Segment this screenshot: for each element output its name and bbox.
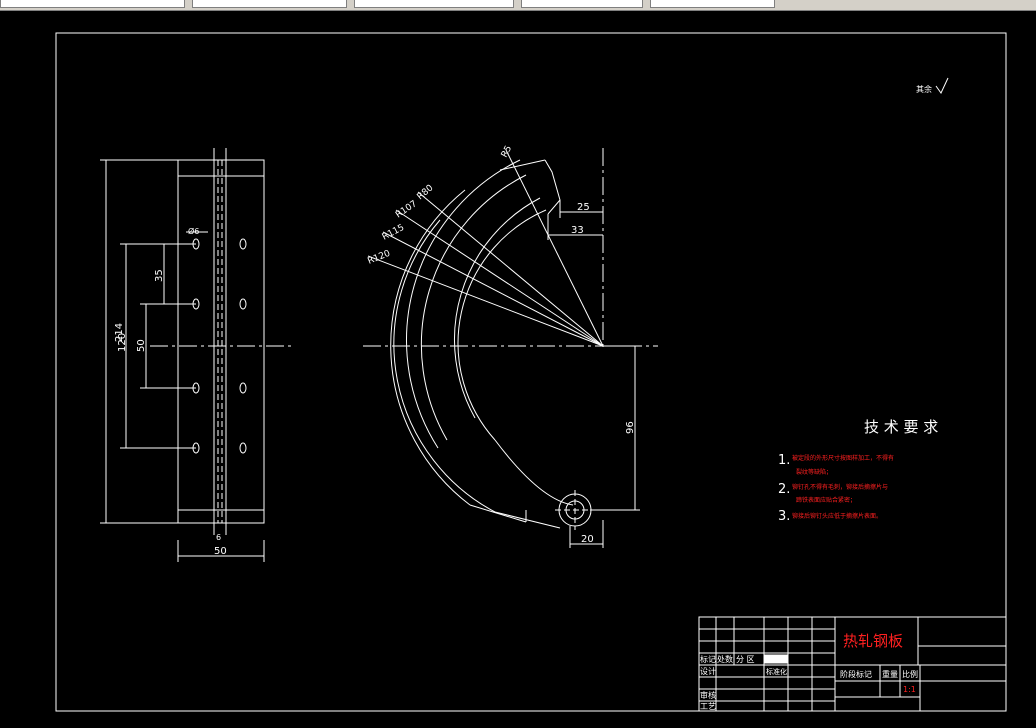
roughness-note: 其余 — [916, 77, 949, 94]
tb-scale-value: 1:1 — [903, 685, 916, 694]
tb-scale-label: 比例 — [902, 669, 918, 679]
tb-review: 审核 — [700, 690, 716, 700]
side-view-outline — [177, 159, 265, 524]
tech-req-1-line-2: 裂纹等缺陷； — [796, 468, 832, 476]
technical-requirements: 技 术 要 求 1. 被定段的外形尺寸按图样加工，不得有 裂纹等缺陷； 2. 铆… — [778, 418, 938, 524]
dim-r80: R80 — [416, 183, 436, 202]
arc-r107 — [453, 197, 541, 419]
tech-req-1-line-1: 被定段的外形尺寸按图样加工，不得有 — [792, 454, 894, 462]
tb-process: 工艺 — [700, 702, 716, 711]
tech-req-title: 技 术 要 求 — [864, 418, 938, 436]
roughness-label: 其余 — [916, 84, 932, 94]
side-view-dimensions: 214 120 50 35 50 Ø6 6 — [114, 226, 227, 557]
material-name: 热轧钢板 — [843, 632, 903, 650]
side-view — [100, 148, 292, 562]
tb-weight: 重量 — [882, 669, 898, 679]
dim-r115: R115 — [381, 223, 406, 243]
arc-r115 — [420, 174, 527, 441]
tb-stage-mark: 阶段标记 — [840, 669, 872, 679]
tb-design: 设计 — [700, 666, 716, 676]
tech-req-3-line-1: 铆接后铆钉头应低于摘擦片表面。 — [792, 512, 882, 520]
tech-req-num-2: 2. — [778, 482, 790, 497]
tech-req-2-line-1: 铆钉孔不得有毛刺，铆接后摘擦片与 — [792, 483, 888, 491]
tb-standardize: 标准化 — [766, 667, 787, 676]
dim-hole-dia: Ø6 — [188, 226, 199, 236]
tb-count: 处数 — [717, 654, 733, 664]
dim-33: 33 — [571, 225, 584, 236]
tech-req-2-line-2: 蹄铁表面应贴合紧密； — [796, 496, 856, 504]
dim-width: 50 — [214, 546, 227, 557]
arc-r80-inner — [457, 209, 547, 441]
tb-zone: 分 区 — [736, 655, 755, 664]
dim-hole-pitch: 35 — [154, 269, 165, 282]
tech-req-num-3: 3. — [778, 509, 790, 524]
dim-center-50: 50 — [136, 339, 147, 352]
dim-25: 25 — [577, 202, 590, 213]
dim-20: 20 — [581, 534, 594, 545]
roughness-symbol — [935, 77, 949, 94]
drawing-frame — [55, 32, 1007, 712]
dim-thickness: 6 — [216, 533, 221, 542]
cad-drawing-canvas[interactable]: 其余 214 120 50 35 50 Ø6 6 R5 R80 R107 R11… — [0, 0, 1036, 728]
dim-hole-span: 120 — [117, 333, 128, 352]
dim-r5: R5 — [500, 144, 514, 159]
title-block-text: 热轧钢板 标记 处数 分 区 设计 标准化 审核 工艺 阶段标记 重量 比例 1… — [700, 632, 918, 711]
tech-req-num-1: 1. — [778, 453, 790, 468]
tb-mark: 标记 — [700, 654, 716, 664]
dim-96: 96 — [625, 421, 636, 434]
